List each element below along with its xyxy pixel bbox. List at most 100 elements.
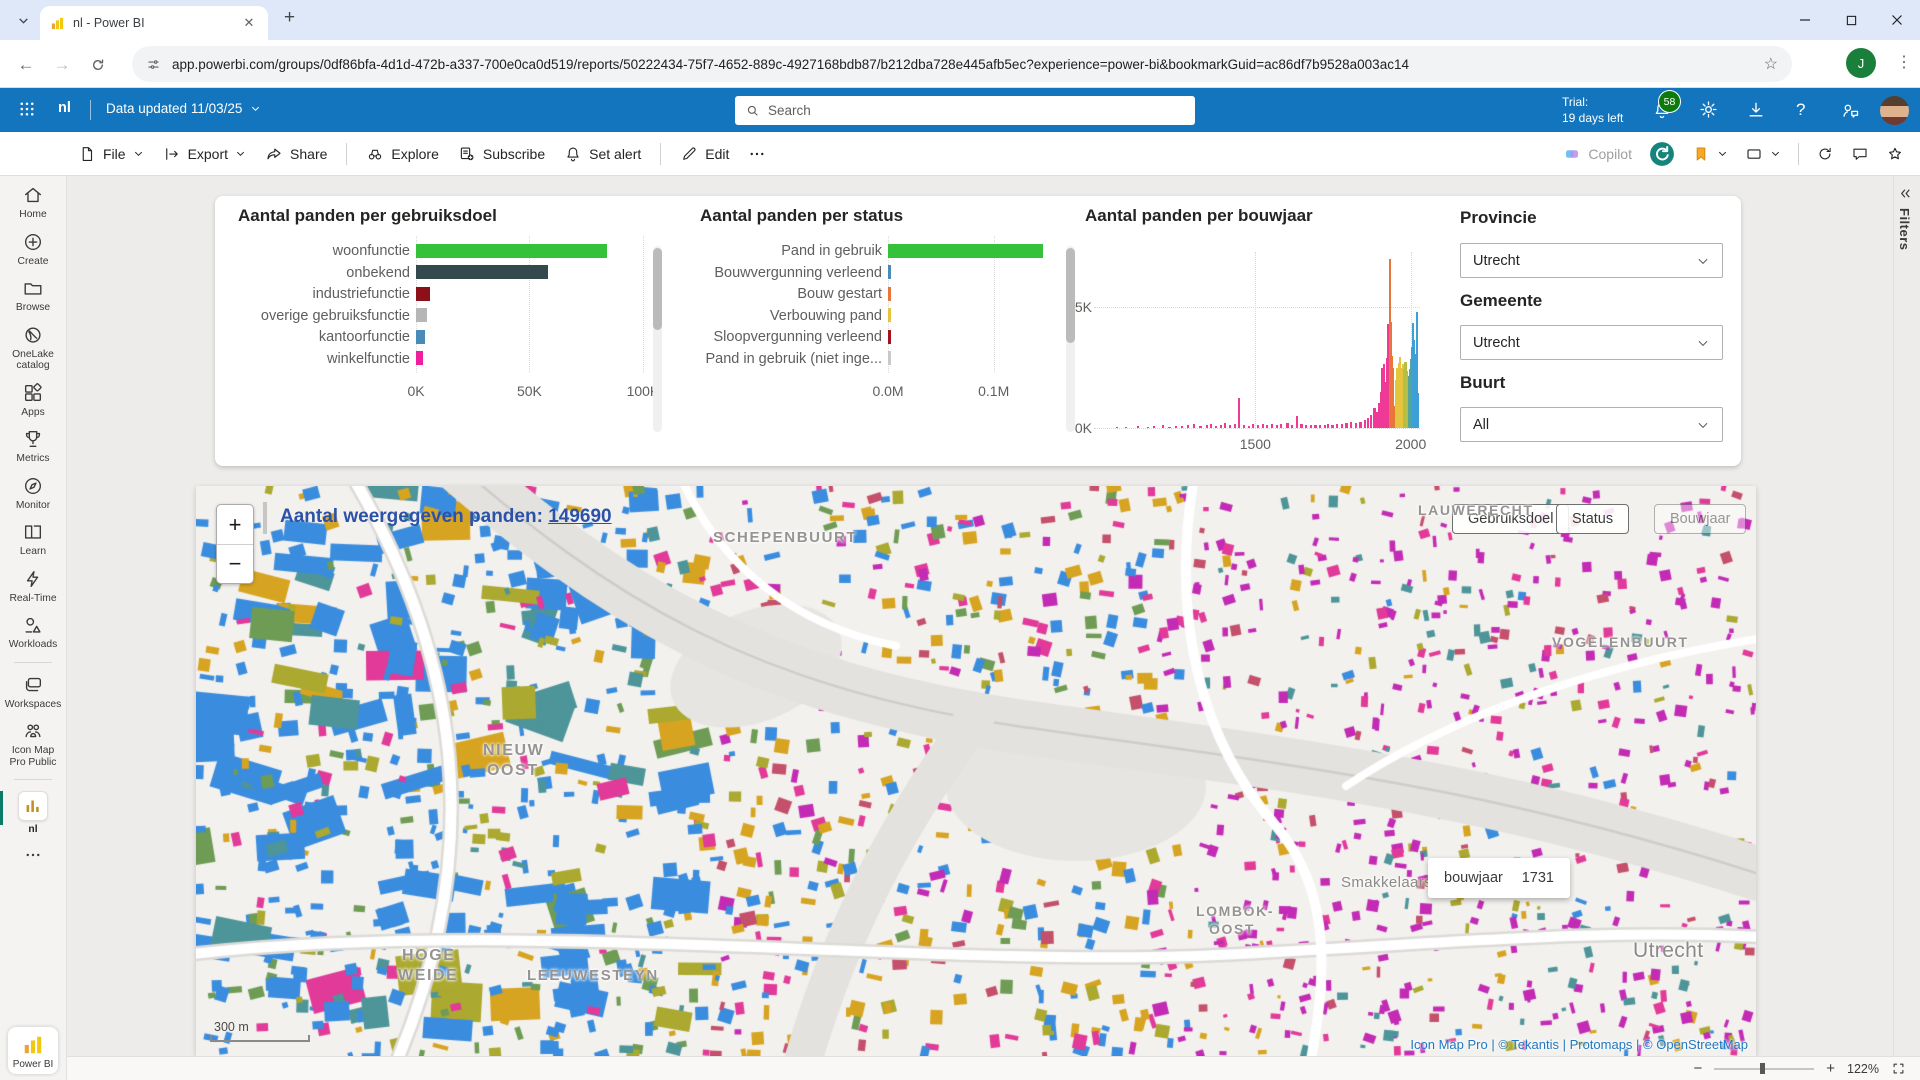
histogram-bar[interactable]: [1266, 425, 1268, 428]
copilot-button[interactable]: Copilot: [1563, 145, 1632, 163]
file-button[interactable]: File: [78, 145, 144, 163]
sidebar-item-nl[interactable]: nl: [0, 791, 66, 836]
histogram-bar[interactable]: [1147, 427, 1149, 428]
histogram-plot[interactable]: 0K5K15002000: [1100, 252, 1420, 428]
sidebar-item-apps[interactable]: Apps: [0, 382, 66, 419]
sidebar-item-create[interactable]: Create: [0, 231, 66, 268]
map-button-status[interactable]: Status: [1556, 504, 1629, 534]
address-bar[interactable]: app.powerbi.com/groups/0df86bfa-4d1d-472…: [132, 46, 1792, 82]
subscribe-button[interactable]: Subscribe: [458, 145, 545, 163]
histogram-bar[interactable]: [1271, 424, 1273, 428]
histogram-bar[interactable]: [1262, 424, 1264, 428]
window-close-button[interactable]: [1874, 0, 1920, 40]
zoom-slider[interactable]: [1714, 1068, 1814, 1070]
histogram-bar[interactable]: [1305, 425, 1307, 428]
sidebar-item-metrics[interactable]: Metrics: [0, 428, 66, 465]
histogram-bar[interactable]: [1341, 424, 1343, 428]
chart2-scrollbar[interactable]: [1066, 246, 1075, 432]
bar[interactable]: [416, 244, 607, 258]
zoom-slider-thumb[interactable]: [1760, 1063, 1765, 1074]
help-button[interactable]: ?: [1796, 100, 1805, 120]
histogram-bar[interactable]: [1187, 425, 1189, 428]
filter-buurt-dropdown[interactable]: All: [1460, 407, 1723, 442]
histogram-bar[interactable]: [1257, 425, 1259, 428]
histogram-bar[interactable]: [1276, 425, 1278, 428]
bar[interactable]: [416, 351, 423, 365]
feedback-button[interactable]: [1840, 100, 1861, 121]
window-minimize-button[interactable]: [1782, 0, 1828, 40]
zoom-out-icon[interactable]: −: [1693, 1060, 1702, 1077]
data-updated-button[interactable]: Data updated 11/03/25: [106, 101, 261, 116]
bar[interactable]: [888, 351, 891, 365]
expand-filters-button[interactable]: [1898, 186, 1913, 201]
bar-row-verbouwing-pand[interactable]: Verbouwing pand: [700, 305, 1074, 327]
explore-button[interactable]: Explore: [366, 145, 438, 163]
fit-to-page-icon[interactable]: [1891, 1061, 1906, 1076]
bar-row-overige-gebruiksfunctie[interactable]: overige gebruiksfunctie: [238, 305, 652, 327]
account-avatar[interactable]: [1880, 96, 1909, 125]
histogram-bar[interactable]: [1345, 423, 1347, 428]
comment-button[interactable]: [1851, 145, 1869, 163]
sidebar-item-workloads[interactable]: Workloads: [0, 614, 66, 651]
map-visual[interactable]: + − Aantal weergegeven panden: 149690 Ge…: [196, 486, 1756, 1056]
histogram-bar[interactable]: [1350, 422, 1352, 428]
histogram-bar[interactable]: [1181, 426, 1183, 428]
map-zoom-in-button[interactable]: +: [217, 505, 253, 544]
bar[interactable]: [416, 308, 427, 322]
sidebar-item-monitor[interactable]: Monitor: [0, 475, 66, 512]
bar-row-sloopvergunning-verleend[interactable]: Sloopvergunning verleend: [700, 326, 1074, 348]
histogram-bar[interactable]: [1310, 425, 1312, 428]
tab-search-button[interactable]: [10, 9, 36, 31]
star-button[interactable]: [1886, 145, 1904, 163]
sidebar-item-home[interactable]: Home: [0, 184, 66, 221]
global-search-input[interactable]: Search: [735, 96, 1195, 125]
bar[interactable]: [416, 265, 548, 279]
download-button[interactable]: [1746, 100, 1766, 120]
bookmark-button[interactable]: [1692, 145, 1728, 163]
reload-button[interactable]: [86, 53, 110, 77]
histogram-bar[interactable]: [1229, 425, 1231, 428]
histogram-bar[interactable]: [1168, 427, 1170, 428]
chart-bouwjaar[interactable]: Aantal panden per bouwjaar0K5K15002000: [1085, 206, 1430, 240]
histogram-bar[interactable]: [1206, 425, 1208, 428]
histogram-bar[interactable]: [1153, 426, 1155, 428]
map-zoom-out-button[interactable]: −: [217, 544, 253, 583]
histogram-bar[interactable]: [1162, 425, 1164, 428]
bookmark-star-icon[interactable]: ☆: [1764, 54, 1778, 74]
bar-row-kantoorfunctie[interactable]: kantoorfunctie: [238, 326, 652, 348]
histogram-bar[interactable]: [1367, 418, 1369, 428]
sidebar-item-learn[interactable]: Learn: [0, 521, 66, 558]
histogram-bar[interactable]: [1252, 424, 1254, 428]
histogram-bar[interactable]: [1286, 423, 1288, 428]
histogram-bar[interactable]: [1291, 425, 1293, 428]
sidebar-item-workspaces[interactable]: Workspaces: [0, 674, 66, 711]
chart1-scrollbar[interactable]: [653, 246, 662, 432]
histogram-bar[interactable]: [1234, 424, 1236, 428]
map-counter-value[interactable]: 149690: [548, 506, 611, 527]
histogram-bar[interactable]: [1220, 425, 1222, 428]
new-tab-button[interactable]: +: [284, 7, 295, 29]
bar[interactable]: [888, 330, 891, 344]
histogram-bar[interactable]: [1331, 425, 1333, 428]
filter-gemeente-dropdown[interactable]: Utrecht: [1460, 325, 1723, 360]
histogram-bar[interactable]: [1370, 415, 1372, 428]
histogram-bar[interactable]: [1355, 423, 1357, 428]
bar-row-pand-in-gebruik[interactable]: Pand in gebruik: [700, 240, 1074, 262]
bar[interactable]: [888, 287, 891, 301]
waffle-menu-button[interactable]: [18, 100, 36, 118]
chart-status[interactable]: Aantal panden per statusPand in gebruikB…: [700, 206, 1074, 405]
map-attribution[interactable]: Icon Map Pro | © Tekantis | Protomaps | …: [1410, 1037, 1748, 1052]
filter-provincie-dropdown[interactable]: Utrecht: [1460, 243, 1723, 278]
bar-row-woonfunctie[interactable]: woonfunctie: [238, 240, 652, 262]
browser-profile-avatar[interactable]: J: [1846, 48, 1876, 78]
histogram-bar[interactable]: [1243, 425, 1245, 428]
bar-row-onbekend[interactable]: onbekend: [238, 262, 652, 284]
sidebar-item-onelake-catalog[interactable]: OneLakecatalog: [0, 324, 66, 372]
bar-row-industriefunctie[interactable]: industriefunctie: [238, 283, 652, 305]
window-maximize-button[interactable]: [1828, 0, 1874, 40]
bar[interactable]: [416, 287, 430, 301]
sidebar-item-real-time[interactable]: Real-Time: [0, 568, 66, 605]
histogram-bar[interactable]: [1175, 426, 1177, 428]
browser-tab[interactable]: nl - Power BI ✕: [40, 6, 268, 40]
sidebar-item-icon-map-pro-public[interactable]: Icon MapPro Public: [0, 720, 66, 768]
